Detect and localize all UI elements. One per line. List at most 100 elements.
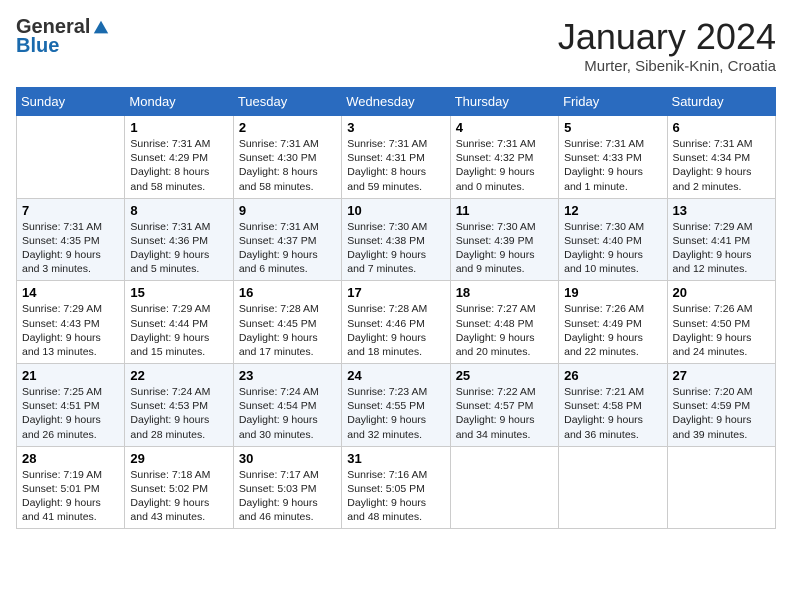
title-block: January 2024 Murter, Sibenik-Knin, Croat…	[558, 16, 776, 75]
location: Murter, Sibenik-Knin, Croatia	[558, 58, 776, 75]
calendar-cell: 18Sunrise: 7:27 AMSunset: 4:48 PMDayligh…	[450, 281, 558, 364]
calendar-cell: 15Sunrise: 7:29 AMSunset: 4:44 PMDayligh…	[125, 281, 233, 364]
calendar-cell: 27 Sunrise: 7:20 AMSunset: 4:59 PMDayligh…	[667, 364, 775, 447]
cell-sun-info: Sunrise: 7:24 AMSunset: 4:54 PMDaylight:…	[239, 385, 336, 442]
cell-sun-info: Sunrise: 7:21 AMSunset: 4:58 PMDaylight:…	[564, 385, 661, 442]
day-number: 14	[22, 285, 119, 300]
calendar-week-row: 7 Sunrise: 7:31 AMSunset: 4:35 PMDaylight…	[17, 198, 776, 281]
day-number: 1	[130, 120, 227, 135]
day-number: 7	[22, 203, 119, 218]
cell-sun-info: Sunrise: 7:28 AMSunset: 4:46 PMDaylight:…	[347, 302, 444, 359]
weekday-header-cell: Saturday	[667, 88, 775, 116]
calendar-cell: 6 Sunrise: 7:31 AMSunset: 4:34 PMDaylight…	[667, 116, 775, 199]
day-number: 15	[130, 285, 227, 300]
calendar-week-row: 1 Sunrise: 7:31 AMSunset: 4:29 PMDaylight…	[17, 116, 776, 199]
day-number: 12	[564, 203, 661, 218]
calendar-week-row: 28Sunrise: 7:19 AMSunset: 5:01 PMDayligh…	[17, 446, 776, 529]
logo: General Blue	[16, 16, 110, 58]
calendar-cell: 26 Sunrise: 7:21 AMSunset: 4:58 PMDayligh…	[559, 364, 667, 447]
weekday-header-cell: Monday	[125, 88, 233, 116]
calendar-cell: 5Sunrise: 7:31 AMSunset: 4:33 PMDaylight…	[559, 116, 667, 199]
calendar-cell: 4 Sunrise: 7:31 AMSunset: 4:32 PMDaylight…	[450, 116, 558, 199]
calendar-cell: 30 Sunrise: 7:17 AMSunset: 5:03 PMDayligh…	[233, 446, 341, 529]
logo-blue: Blue	[16, 35, 59, 58]
weekday-header-cell: Wednesday	[342, 88, 450, 116]
weekday-header-cell: Thursday	[450, 88, 558, 116]
cell-sun-info: Sunrise: 7:20 AMSunset: 4:59 PMDaylight:…	[673, 385, 770, 442]
calendar-table: SundayMondayTuesdayWednesdayThursdayFrid…	[16, 87, 776, 529]
cell-sun-info: Sunrise: 7:24 AMSunset: 4:53 PMDaylight:…	[130, 385, 227, 442]
cell-sun-info: Sunrise: 7:30 AMSunset: 4:38 PMDaylight:…	[347, 220, 444, 277]
calendar-cell: 12 Sunrise: 7:30 AMSunset: 4:40 PMDayligh…	[559, 198, 667, 281]
day-number: 6	[673, 120, 770, 135]
calendar-cell: 8Sunrise: 7:31 AMSunset: 4:36 PMDaylight…	[125, 198, 233, 281]
month-title: January 2024	[558, 16, 776, 58]
cell-sun-info: Sunrise: 7:17 AMSunset: 5:03 PMDaylight:…	[239, 468, 336, 525]
calendar-cell: 2 Sunrise: 7:31 AMSunset: 4:30 PMDaylight…	[233, 116, 341, 199]
weekday-header-row: SundayMondayTuesdayWednesdayThursdayFrid…	[17, 88, 776, 116]
calendar-cell: 24 Sunrise: 7:23 AMSunset: 4:55 PMDayligh…	[342, 364, 450, 447]
cell-sun-info: Sunrise: 7:28 AMSunset: 4:45 PMDaylight:…	[239, 302, 336, 359]
calendar-cell: 17 Sunrise: 7:28 AMSunset: 4:46 PMDayligh…	[342, 281, 450, 364]
weekday-header-cell: Sunday	[17, 88, 125, 116]
calendar-cell: 3 Sunrise: 7:31 AMSunset: 4:31 PMDaylight…	[342, 116, 450, 199]
day-number: 19	[564, 285, 661, 300]
day-number: 4	[456, 120, 553, 135]
calendar-cell: 20Sunrise: 7:26 AMSunset: 4:50 PMDayligh…	[667, 281, 775, 364]
calendar-cell: 19 Sunrise: 7:26 AMSunset: 4:49 PMDayligh…	[559, 281, 667, 364]
day-number: 24	[347, 368, 444, 383]
calendar-cell: 1 Sunrise: 7:31 AMSunset: 4:29 PMDaylight…	[125, 116, 233, 199]
cell-sun-info: Sunrise: 7:31 AMSunset: 4:31 PMDaylight:…	[347, 137, 444, 194]
calendar-body: 1 Sunrise: 7:31 AMSunset: 4:29 PMDaylight…	[17, 116, 776, 529]
calendar-cell: 10 Sunrise: 7:30 AMSunset: 4:38 PMDayligh…	[342, 198, 450, 281]
calendar-cell	[559, 446, 667, 529]
cell-sun-info: Sunrise: 7:31 AMSunset: 4:33 PMDaylight:…	[564, 137, 661, 194]
cell-sun-info: Sunrise: 7:18 AMSunset: 5:02 PMDaylight:…	[130, 468, 227, 525]
cell-sun-info: Sunrise: 7:31 AMSunset: 4:35 PMDaylight:…	[22, 220, 119, 277]
day-number: 17	[347, 285, 444, 300]
calendar-cell: 28Sunrise: 7:19 AMSunset: 5:01 PMDayligh…	[17, 446, 125, 529]
calendar-cell: 16Sunrise: 7:28 AMSunset: 4:45 PMDayligh…	[233, 281, 341, 364]
cell-sun-info: Sunrise: 7:16 AMSunset: 5:05 PMDaylight:…	[347, 468, 444, 525]
cell-sun-info: Sunrise: 7:31 AMSunset: 4:29 PMDaylight:…	[130, 137, 227, 194]
cell-sun-info: Sunrise: 7:22 AMSunset: 4:57 PMDaylight:…	[456, 385, 553, 442]
cell-sun-info: Sunrise: 7:23 AMSunset: 4:55 PMDaylight:…	[347, 385, 444, 442]
cell-sun-info: Sunrise: 7:31 AMSunset: 4:37 PMDaylight:…	[239, 220, 336, 277]
weekday-header-cell: Tuesday	[233, 88, 341, 116]
calendar-cell: 25Sunrise: 7:22 AMSunset: 4:57 PMDayligh…	[450, 364, 558, 447]
day-number: 13	[673, 203, 770, 218]
cell-sun-info: Sunrise: 7:30 AMSunset: 4:40 PMDaylight:…	[564, 220, 661, 277]
calendar-cell	[17, 116, 125, 199]
day-number: 18	[456, 285, 553, 300]
day-number: 11	[456, 203, 553, 218]
calendar-cell: 14Sunrise: 7:29 AMSunset: 4:43 PMDayligh…	[17, 281, 125, 364]
cell-sun-info: Sunrise: 7:26 AMSunset: 4:50 PMDaylight:…	[673, 302, 770, 359]
day-number: 10	[347, 203, 444, 218]
day-number: 27	[673, 368, 770, 383]
calendar-cell: 29 Sunrise: 7:18 AMSunset: 5:02 PMDayligh…	[125, 446, 233, 529]
weekday-header-cell: Friday	[559, 88, 667, 116]
day-number: 31	[347, 451, 444, 466]
page-header: General Blue January 2024 Murter, Sibeni…	[16, 16, 776, 75]
cell-sun-info: Sunrise: 7:31 AMSunset: 4:34 PMDaylight:…	[673, 137, 770, 194]
day-number: 29	[130, 451, 227, 466]
day-number: 26	[564, 368, 661, 383]
day-number: 3	[347, 120, 444, 135]
calendar-cell	[667, 446, 775, 529]
calendar-cell: 22Sunrise: 7:24 AMSunset: 4:53 PMDayligh…	[125, 364, 233, 447]
cell-sun-info: Sunrise: 7:31 AMSunset: 4:32 PMDaylight:…	[456, 137, 553, 194]
day-number: 8	[130, 203, 227, 218]
calendar-cell: 9 Sunrise: 7:31 AMSunset: 4:37 PMDaylight…	[233, 198, 341, 281]
cell-sun-info: Sunrise: 7:31 AMSunset: 4:30 PMDaylight:…	[239, 137, 336, 194]
day-number: 9	[239, 203, 336, 218]
day-number: 2	[239, 120, 336, 135]
day-number: 23	[239, 368, 336, 383]
logo-icon	[92, 19, 110, 37]
cell-sun-info: Sunrise: 7:30 AMSunset: 4:39 PMDaylight:…	[456, 220, 553, 277]
day-number: 30	[239, 451, 336, 466]
calendar-cell: 23 Sunrise: 7:24 AMSunset: 4:54 PMDayligh…	[233, 364, 341, 447]
cell-sun-info: Sunrise: 7:26 AMSunset: 4:49 PMDaylight:…	[564, 302, 661, 359]
cell-sun-info: Sunrise: 7:19 AMSunset: 5:01 PMDaylight:…	[22, 468, 119, 525]
calendar-week-row: 14Sunrise: 7:29 AMSunset: 4:43 PMDayligh…	[17, 281, 776, 364]
calendar-cell: 31 Sunrise: 7:16 AMSunset: 5:05 PMDayligh…	[342, 446, 450, 529]
